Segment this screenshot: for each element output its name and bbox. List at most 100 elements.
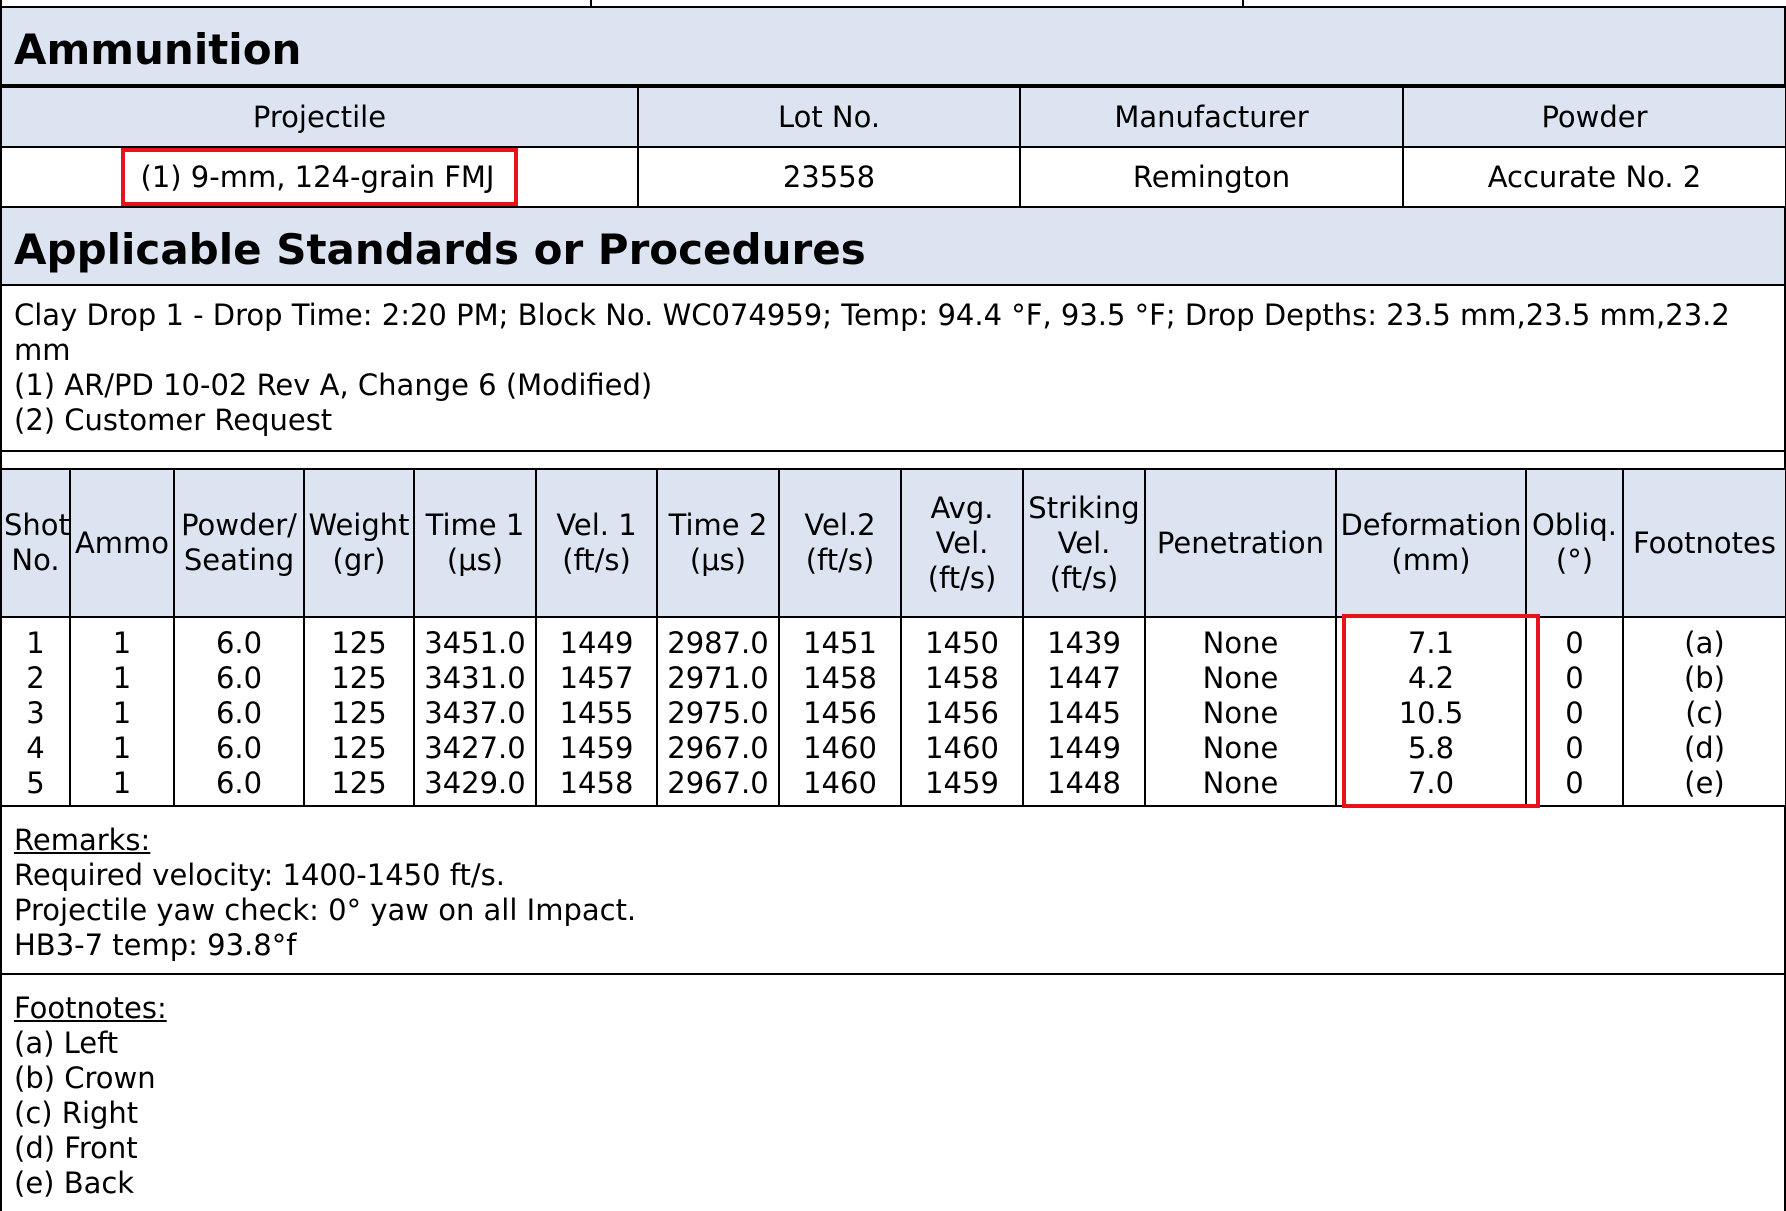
powder-value: Accurate No. 2 (1402, 146, 1786, 208)
shots-header-text: Time 1 (425, 508, 525, 542)
shots-header-cell: Obliq. (°) (1525, 468, 1624, 618)
shot-cell: 1457 (536, 661, 658, 696)
shot-cell: 2 (2, 661, 71, 696)
shot-cell: 0 (1526, 766, 1624, 807)
shot-cell: 6.0 (174, 766, 305, 807)
shots-header-text: Deformation (1340, 508, 1522, 542)
shot-cell: 6.0 (174, 661, 305, 696)
shot-cell: 3451.0 (414, 617, 537, 661)
header-lot: Lot No. (637, 86, 1021, 148)
shot-cell: 1458 (779, 661, 902, 696)
shot-cell: 1451 (779, 617, 902, 661)
shot-cell: 1 (70, 661, 175, 696)
ammunition-value-row: (1) 9-mm, 124-grain FMJ 23558 Remington … (2, 146, 1786, 208)
shots-header-text: Time 2 (668, 508, 768, 542)
shot-cell: 5.8 (1336, 731, 1527, 766)
ammunition-table: Projectile Lot No. Manufacturer Powder (… (2, 86, 1786, 208)
shot-row: 5 1 6.0 125 3429.0 1458 2967.0 1460 1459 1448 None… (2, 766, 1786, 807)
shots-header-row: Shot No. Ammo Powder/Seating Weight (gr) Time … (2, 468, 1786, 618)
projectile-cell: (1) 9-mm, 124-grain FMJ (2, 146, 639, 208)
shots-header-text: Seating (183, 543, 295, 577)
shots-header-text: Footnotes (1633, 525, 1776, 560)
shots-wrapper: Shot No. Ammo Powder/Seating Weight (gr) Time … (2, 468, 1786, 808)
shots-header-text: Vel. 1 (556, 508, 637, 542)
shots-header-cell: Vel.2 (ft/s) (778, 468, 902, 618)
procedure-line: (2) Customer Request (14, 403, 333, 437)
footnote-line: (c) Right (14, 1096, 139, 1130)
shots-header-cell: Time 2 (μs) (656, 468, 780, 618)
shots-header-text: Avg. (930, 490, 994, 525)
shot-cell: 10.5 (1336, 696, 1527, 731)
shot-cell: 125 (304, 696, 415, 731)
shots-header-cell: Weight (gr) (303, 468, 415, 618)
shot-cell: 125 (304, 766, 415, 807)
shots-header-cell: Footnotes (1622, 468, 1786, 618)
shots-header-text: Vel. (1057, 525, 1111, 560)
shot-cell: 3437.0 (414, 696, 537, 731)
shot-cell: 125 (304, 661, 415, 696)
top-rule (2, 0, 1786, 6)
footnote-line: (a) Left (14, 1026, 119, 1060)
shot-cell: 1460 (779, 731, 902, 766)
shots-header-cell: Striking Vel. (ft/s) (1022, 468, 1146, 618)
shots-header-text: Vel. (935, 525, 989, 560)
shot-cell: 1448 (1023, 766, 1146, 807)
shot-cell: None (1145, 617, 1337, 661)
shots-header-text: Powder/ (181, 508, 297, 542)
shot-cell: None (1145, 731, 1337, 766)
shot-cell: 2971.0 (657, 661, 780, 696)
footnotes-label: Footnotes: (14, 991, 167, 1025)
shot-cell: 1445 (1023, 696, 1146, 731)
shot-cell: 1459 (901, 766, 1024, 807)
lot-value: 23558 (637, 146, 1021, 208)
shot-cell: 1 (2, 617, 71, 661)
shot-cell: 3429.0 (414, 766, 537, 807)
shots-header-cell: Ammo (69, 468, 175, 618)
shot-cell: 2987.0 (657, 617, 780, 661)
shot-cell: 1 (70, 766, 175, 807)
shots-header-text: (mm) (1391, 543, 1471, 577)
shots-header-text: (ft/s) (805, 543, 875, 577)
shot-cell: 1 (70, 696, 175, 731)
shot-cell: 1458 (536, 766, 658, 807)
shot-cell: 1449 (536, 617, 658, 661)
shots-header-text: (μs) (446, 543, 504, 577)
shots-header-text: (ft/s) (1049, 560, 1119, 595)
shot-cell: 0 (1526, 617, 1624, 661)
shot-cell: 1456 (901, 696, 1024, 731)
shot-cell: (a) (1623, 617, 1786, 661)
shots-header-cell: Time 1 (μs) (413, 468, 537, 618)
shot-row: 2 1 6.0 125 3431.0 1457 2971.0 1458 1458 1447 None… (2, 661, 1786, 696)
shot-cell: 6.0 (174, 696, 305, 731)
shots-header-text: Shot (4, 508, 70, 542)
shot-cell: 1460 (779, 766, 902, 807)
shot-cell: 7.0 (1336, 766, 1527, 807)
shot-cell: None (1145, 661, 1337, 696)
remarks-label: Remarks: (14, 823, 151, 857)
shots-header-text: (μs) (689, 543, 747, 577)
shots-header-text: (gr) (332, 543, 386, 577)
shot-cell: 0 (1526, 696, 1624, 731)
shots-header-cell: Shot No. (2, 468, 71, 618)
shot-cell: 2967.0 (657, 731, 780, 766)
footnote-line: (b) Crown (14, 1061, 156, 1095)
shot-cell: 1450 (901, 617, 1024, 661)
shot-cell: 1456 (779, 696, 902, 731)
shot-cell: 1460 (901, 731, 1024, 766)
shots-header-cell: Powder/Seating (173, 468, 305, 618)
shot-cell: 1459 (536, 731, 658, 766)
shots-header-cell: Penetration (1144, 468, 1337, 618)
shots-header-text: (ft/s) (927, 560, 997, 595)
shot-cell: 1 (70, 617, 175, 661)
shot-cell: 3431.0 (414, 661, 537, 696)
shot-cell: 1 (70, 731, 175, 766)
shots-header-text: Striking (1028, 490, 1140, 525)
ammunition-title: Ammunition (2, 6, 1786, 86)
shots-header-text: Ammo (74, 525, 170, 560)
header-manufacturer: Manufacturer (1019, 86, 1404, 148)
shot-cell: None (1145, 696, 1337, 731)
shots-header-cell: Vel. 1 (ft/s) (535, 468, 658, 618)
shots-header-text: Weight (308, 508, 410, 542)
shots-header-text: (ft/s) (562, 543, 631, 577)
projectile-highlight: (1) 9-mm, 124-grain FMJ (120, 148, 519, 206)
